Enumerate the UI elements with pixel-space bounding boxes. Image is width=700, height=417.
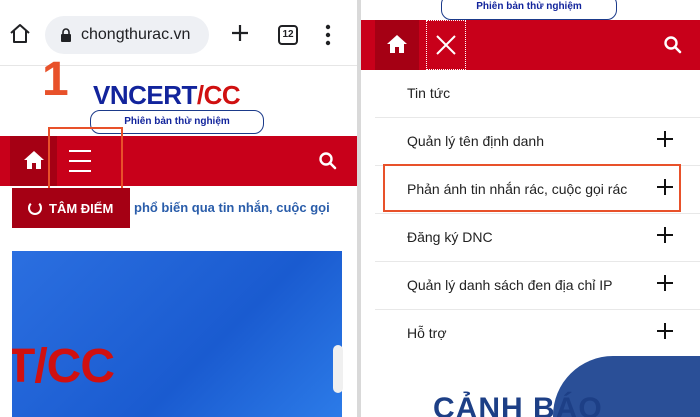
- main-nav-bar: [361, 20, 700, 70]
- expand-plus-icon[interactable]: [656, 274, 674, 292]
- url-text: chongthurac.vn: [81, 26, 191, 43]
- focus-badge-label: TÂM ĐIỂM: [49, 201, 114, 216]
- home-icon[interactable]: [8, 22, 32, 46]
- expand-plus-icon[interactable]: [656, 130, 674, 148]
- left-screenshot: chongthurac.vn 12 1 VNCERT/CC Phiên bản …: [0, 0, 357, 417]
- new-tab-icon[interactable]: [229, 22, 251, 44]
- nav-home-button[interactable]: [375, 20, 419, 70]
- home-icon: [387, 35, 407, 53]
- focus-badge[interactable]: TÂM ĐIỂM: [12, 188, 130, 228]
- menu-item-ho-tro[interactable]: Hỗ trợ: [375, 310, 700, 358]
- menu-item-label: Tin tức: [407, 85, 451, 101]
- logo-text-2: CC: [203, 80, 241, 110]
- search-icon[interactable]: [663, 35, 683, 55]
- menu-item-label: Quản lý tên định danh: [407, 133, 544, 149]
- close-icon: [436, 35, 456, 55]
- search-icon[interactable]: [318, 151, 338, 171]
- warning-banner-text: CẢNH BÁO: [433, 392, 603, 417]
- expand-plus-icon[interactable]: [656, 322, 674, 340]
- annotation-step-1: 1: [42, 53, 69, 106]
- tab-switcher-button[interactable]: 12: [278, 25, 298, 45]
- warning-banner-image[interactable]: CẢNH BÁO: [375, 356, 700, 417]
- nav-menu: Tin tức Quản lý tên định danh Phản ánh t…: [375, 70, 700, 358]
- menu-item-tin-tuc[interactable]: Tin tức: [375, 70, 700, 118]
- menu-item-label: Hỗ trợ: [407, 325, 447, 341]
- right-screenshot: Phiên bản thử nghiệm 2 Tin tức Quản lý t…: [361, 0, 700, 417]
- address-bar[interactable]: chongthurac.vn: [45, 16, 209, 54]
- menu-item-danh-sach-den-ip[interactable]: Quản lý danh sách đen địa chỉ IP: [375, 262, 700, 310]
- close-menu-button[interactable]: [426, 20, 466, 70]
- menu-item-quan-ly-ten-dinh-danh[interactable]: Quản lý tên định danh: [375, 118, 700, 166]
- expand-plus-icon[interactable]: [656, 226, 674, 244]
- article-image-text: T/CC: [12, 340, 115, 393]
- logo-text-1: VNCERT: [93, 80, 197, 110]
- site-logo[interactable]: VNCERT/CC: [93, 80, 241, 111]
- beta-badge: Phiên bản thử nghiệm: [441, 0, 617, 20]
- news-ticker[interactable]: phổ biến qua tin nhắn, cuộc gọi: [134, 200, 330, 215]
- lock-icon: [61, 28, 71, 42]
- home-icon: [24, 151, 44, 169]
- article-image[interactable]: T/CC: [12, 251, 342, 417]
- logo-slash: /: [196, 80, 204, 110]
- more-menu-icon[interactable]: [322, 24, 334, 46]
- menu-item-dang-ky-dnc[interactable]: Đăng ký DNC: [375, 214, 700, 262]
- annotation-highlight-report: [383, 164, 681, 212]
- scrollbar-thumb[interactable]: [333, 345, 343, 393]
- spinner-icon: [28, 201, 42, 215]
- menu-item-label: Quản lý danh sách đen địa chỉ IP: [407, 277, 613, 293]
- menu-item-label: Đăng ký DNC: [407, 229, 493, 245]
